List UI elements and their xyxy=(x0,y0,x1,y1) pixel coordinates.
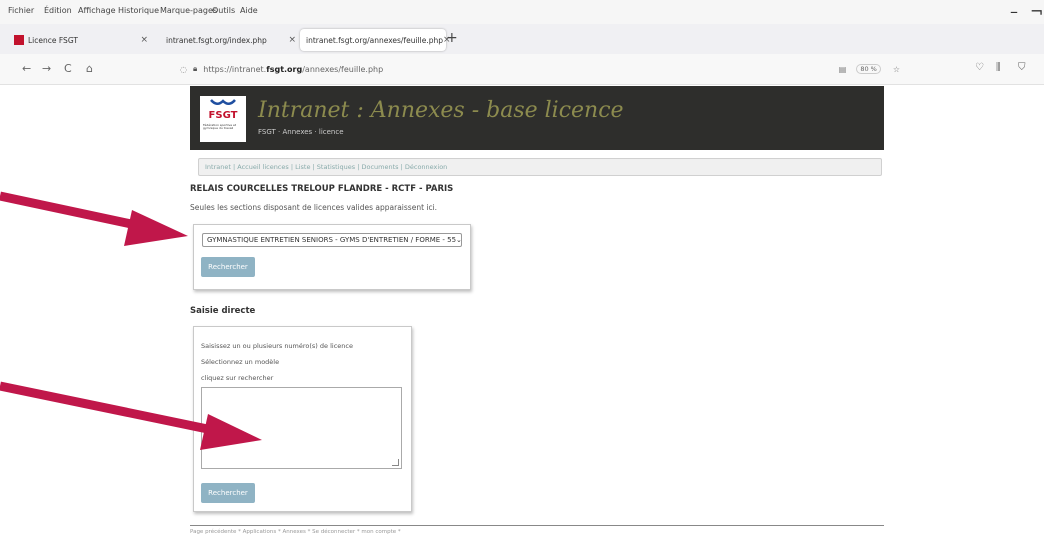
new-tab-button[interactable]: + xyxy=(446,30,458,46)
arrow-to-select-icon xyxy=(0,191,188,246)
bookmark-star-icon[interactable]: ☆ xyxy=(893,65,900,74)
url-host: fsgt.org xyxy=(266,64,303,74)
logo-bird-icon xyxy=(210,99,236,105)
breadcrumb: FSGT · Annexes · licence xyxy=(258,128,344,136)
shield-icon: ◌ xyxy=(180,64,187,74)
back-icon[interactable]: ← xyxy=(22,62,31,75)
url-bar[interactable]: ◌ 🔒︎ https://intranet. fsgt.org /annexes… xyxy=(180,60,900,78)
url-path: /annexes/feuille.php xyxy=(302,64,384,74)
tab-index[interactable]: intranet.fsgt.org/index.php × xyxy=(160,29,302,51)
direct-entry-panel: Saisissez un ou plusieurs numéro(s) de l… xyxy=(193,326,412,512)
fsgt-favicon-icon xyxy=(14,35,24,45)
navigation-bar: ← → C ⌂ ◌ 🔒︎ https://intranet. fsgt.org … xyxy=(0,54,1044,85)
zoom-level[interactable]: 80 % xyxy=(856,64,881,74)
menu-edit[interactable]: Édition xyxy=(44,6,72,15)
menu-bookmarks[interactable]: Marque-pages xyxy=(160,6,217,15)
forward-icon[interactable]: → xyxy=(42,62,51,75)
menu-file[interactable]: Fichier xyxy=(8,6,34,15)
footer-divider xyxy=(190,525,884,526)
licence-numbers-textarea[interactable] xyxy=(201,387,402,469)
footer-links[interactable]: Page précédente * Applications * Annexes… xyxy=(190,529,401,535)
restore-button[interactable]: ¬ xyxy=(1030,2,1043,21)
instruction-line: Sélectionnez un modèle xyxy=(201,358,280,366)
direct-entry-title: Saisie directe xyxy=(190,306,256,316)
extension-icon[interactable]: ⛉ xyxy=(1018,62,1026,73)
browser-menu-bar: Fichier Édition Affichage Historique Mar… xyxy=(0,0,1044,24)
instruction-line: Saisissez un ou plusieurs numéro(s) de l… xyxy=(201,342,353,350)
library-icon[interactable]: ⫼ xyxy=(996,62,1001,73)
logo-text: FSGT xyxy=(208,110,238,121)
home-icon[interactable]: ⌂ xyxy=(86,62,93,75)
url-prefix: https://intranet. xyxy=(203,64,267,74)
section-select[interactable]: GYMNASTIQUE ENTRETIEN SENIORS - GYMS D'E… xyxy=(202,233,462,247)
tab-label: Licence FSGT xyxy=(28,35,78,45)
page-title: Intranet : Annexes - base licence xyxy=(258,98,624,123)
menu-history[interactable]: Historique xyxy=(118,6,159,15)
pocket-icon[interactable]: ♡ xyxy=(975,62,984,73)
site-banner: FSGT Fédération sportive et gymnique du … xyxy=(190,86,884,150)
minimize-button[interactable]: – xyxy=(1010,2,1018,21)
club-name: RELAIS COURCELLES TRELOUP FLANDRE - RCTF… xyxy=(190,184,454,194)
tab-label: intranet.fsgt.org/annexes/feuille.php xyxy=(306,35,443,45)
section-search-panel: GYMNASTIQUE ENTRETIEN SENIORS - GYMS D'E… xyxy=(193,224,471,290)
menu-view[interactable]: Affichage xyxy=(78,6,116,15)
tab-label: intranet.fsgt.org/index.php xyxy=(166,35,267,45)
tab-feuille[interactable]: intranet.fsgt.org/annexes/feuille.php × xyxy=(300,29,451,51)
close-tab-icon[interactable]: × xyxy=(140,35,154,45)
tab-licence-fsgt[interactable]: Licence FSGT × xyxy=(14,29,154,51)
sections-notice: Seules les sections disposant de licence… xyxy=(190,203,438,212)
instruction-line: cliquez sur rechercher xyxy=(201,374,274,382)
reload-icon[interactable]: C xyxy=(64,62,72,75)
menu-help[interactable]: Aide xyxy=(240,6,258,15)
direct-search-button[interactable]: Rechercher xyxy=(201,483,255,503)
tab-strip: Licence FSGT × intranet.fsgt.org/index.p… xyxy=(0,24,1044,54)
reader-view-icon[interactable]: ▤ xyxy=(839,65,847,74)
section-select-value: GYMNASTIQUE ENTRETIEN SENIORS - GYMS D'E… xyxy=(207,236,457,244)
chevron-down-icon: ⌄ xyxy=(456,236,462,244)
search-button[interactable]: Rechercher xyxy=(201,257,255,277)
resize-handle-icon[interactable] xyxy=(392,459,399,466)
fsgt-logo[interactable]: FSGT Fédération sportive et gymnique du … xyxy=(200,96,246,142)
menu-tools[interactable]: Outils xyxy=(212,6,235,15)
lock-icon: 🔒︎ xyxy=(192,64,198,73)
sub-navigation[interactable]: Intranet | Accueil licences | Liste | St… xyxy=(198,158,882,176)
logo-subtitle: Fédération sportive et gymnique du trava… xyxy=(203,123,237,131)
